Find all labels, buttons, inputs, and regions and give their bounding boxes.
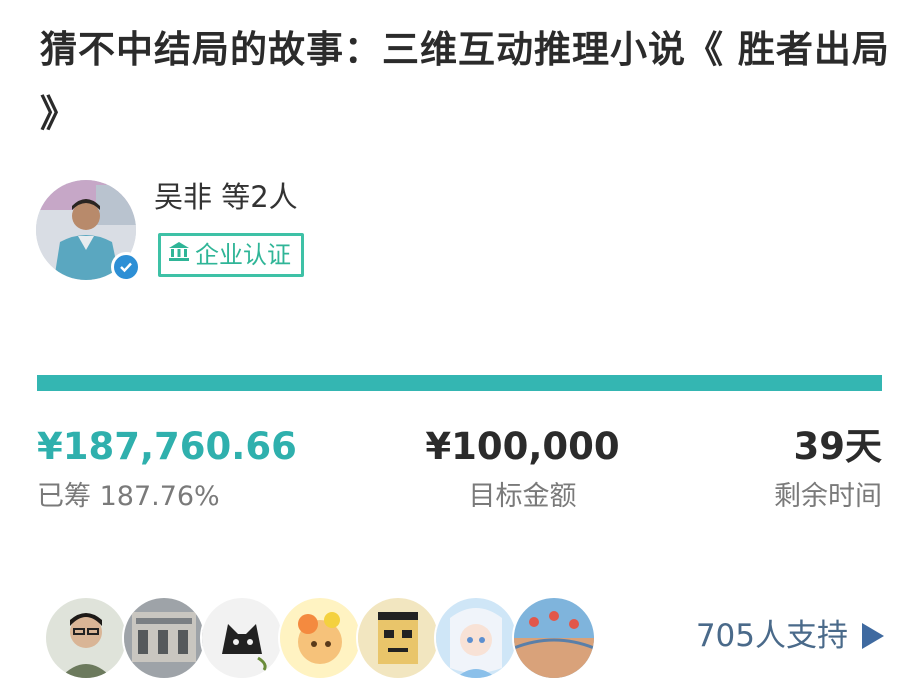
- author-name[interactable]: 吴非 等2人: [154, 178, 298, 216]
- backer-avatar[interactable]: [278, 596, 362, 680]
- backer-avatar[interactable]: [434, 596, 518, 680]
- funding-progress-bar: [37, 375, 882, 391]
- supporters-count: 705人支持: [695, 618, 848, 654]
- project-title: 猜不中结局的故事：三维互动推理小说《 胜者出局 》: [40, 28, 890, 135]
- supporters-link[interactable]: 705人支持: [696, 614, 884, 658]
- play-arrow-icon: [862, 623, 884, 649]
- enterprise-badge-label: 企业认证: [195, 241, 291, 269]
- goal-amount: ¥100,000: [425, 425, 620, 468]
- raised-percent-label: 已筹 187.76%: [37, 481, 220, 512]
- backer-avatar[interactable]: [512, 596, 596, 680]
- goal-label: 目标金额: [468, 481, 577, 512]
- days-remaining-label: 剩余时间: [774, 481, 882, 512]
- bank-icon: [167, 236, 191, 274]
- backer-avatar[interactable]: [356, 596, 440, 680]
- raised-amount: ¥187,760.66: [37, 425, 297, 468]
- author-row[interactable]: 吴非 等2人 企业认证: [36, 178, 636, 282]
- days-remaining-stat: 39天 剩余时间: [774, 422, 882, 518]
- backer-avatar[interactable]: [44, 596, 128, 680]
- goal-stat: ¥100,000 目标金额: [420, 422, 625, 518]
- project-page: 猜不中结局的故事：三维互动推理小说《 胜者出局 》 吴非 等2人 企业认证 ¥1…: [0, 0, 916, 699]
- funding-progress-fill: [37, 375, 882, 391]
- backers-row[interactable]: 705人支持: [44, 596, 904, 680]
- backer-avatar[interactable]: [200, 596, 284, 680]
- days-remaining-value: 39天: [793, 425, 883, 468]
- raised-stat: ¥187,760.66 已筹 187.76%: [37, 422, 297, 518]
- verified-check-icon: [111, 252, 141, 282]
- enterprise-verified-badge: 企业认证: [158, 233, 304, 277]
- backer-avatar[interactable]: [122, 596, 206, 680]
